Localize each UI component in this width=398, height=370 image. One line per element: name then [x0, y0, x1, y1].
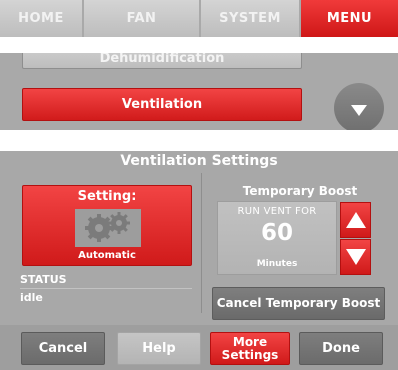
boost-caption: RUN VENT FOR [237, 206, 317, 217]
cancel-temporary-boost-button[interactable]: Cancel Temporary Boost [212, 287, 385, 320]
tab-system[interactable]: SYSTEM [201, 0, 301, 37]
increase-button[interactable] [340, 202, 371, 238]
panel-title: Ventilation Settings [120, 153, 278, 169]
setting-value: Automatic [78, 250, 136, 261]
cancel-button[interactable]: Cancel [21, 332, 105, 365]
scroll-down-button[interactable] [334, 83, 384, 130]
decrease-button[interactable] [340, 239, 371, 275]
arrow-down-icon [345, 249, 366, 265]
gears-icon [75, 209, 141, 247]
ventilation-settings-panel: Ventilation Settings Setting: Automatic … [0, 151, 398, 370]
tab-fan[interactable]: FAN [84, 0, 201, 37]
status-value: idle [20, 291, 43, 304]
boost-title: Temporary Boost [242, 184, 358, 198]
tab-home[interactable]: HOME [0, 0, 84, 37]
done-button[interactable]: Done [299, 332, 383, 365]
status-label: STATUS [20, 273, 67, 286]
divider [201, 173, 202, 313]
status-divider [20, 288, 192, 289]
setting-label: Setting: [77, 189, 137, 204]
boost-unit: Minutes [256, 259, 298, 269]
menu-list-panel: Dehumidification Ventilation [0, 53, 398, 130]
boost-value: 60 [260, 220, 293, 246]
menu-item-ventilation[interactable]: Ventilation [22, 88, 302, 121]
arrow-up-icon [345, 212, 366, 228]
more-settings-button[interactable]: More Settings [210, 332, 290, 365]
setting-mode-button[interactable]: Setting: Automatic [22, 185, 192, 266]
chevron-down-icon [351, 104, 367, 116]
tab-menu[interactable]: MENU [301, 0, 398, 37]
footer-bar: Cancel Help More Settings Done [0, 325, 398, 370]
boost-duration-display: RUN VENT FOR 60 Minutes [217, 201, 337, 275]
help-button[interactable]: Help [117, 332, 201, 365]
top-nav-bar: HOME FAN SYSTEM MENU [0, 0, 398, 37]
menu-item-dehumidification[interactable]: Dehumidification [22, 53, 302, 69]
